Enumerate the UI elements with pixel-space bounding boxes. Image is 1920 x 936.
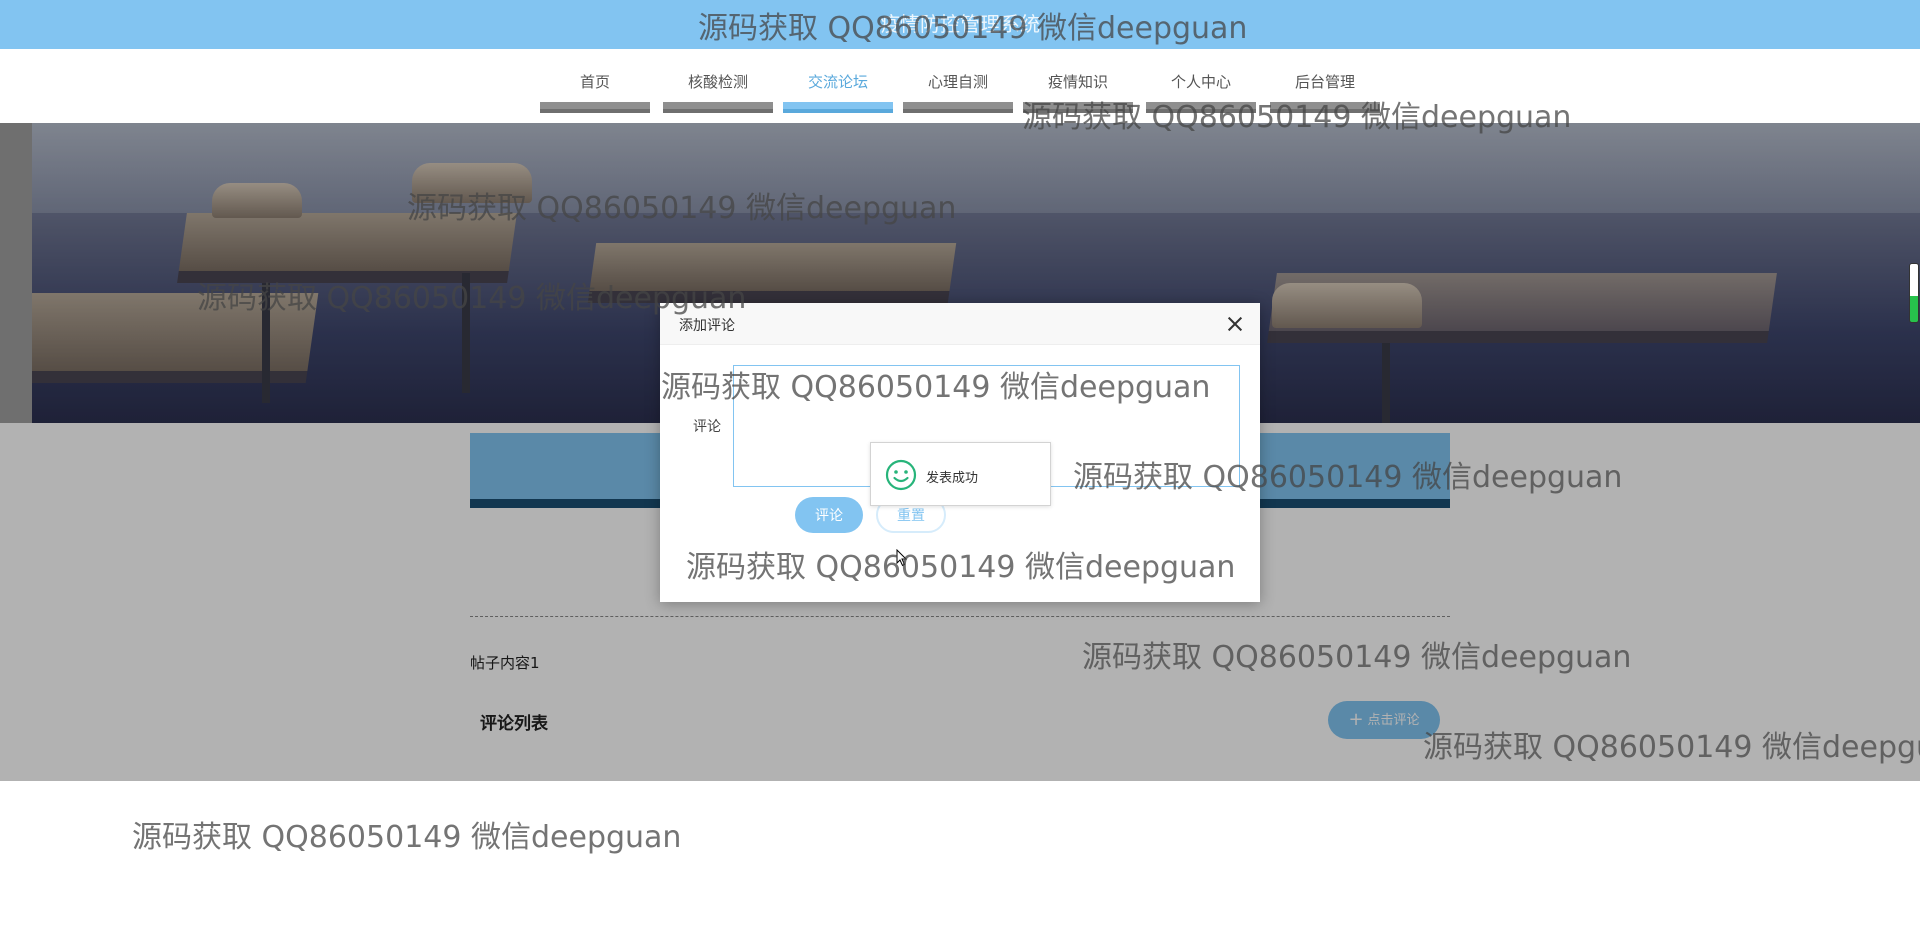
- dialog-header: 添加评论: [660, 303, 1260, 345]
- nav-item-underline: [783, 102, 893, 113]
- nav-item-label: 后台管理: [1294, 73, 1355, 91]
- main-navigation: 首页 核酸检测 交流论坛 心理自测 疫情知识 个人中心 后台管理: [0, 49, 1920, 123]
- nav-item-label: 个人中心: [1170, 73, 1231, 91]
- nav-item-label: 疫情知识: [1047, 73, 1108, 91]
- submit-comment-button[interactable]: 评论: [795, 497, 863, 533]
- nav-item-underline: [903, 102, 1013, 113]
- watermark-text: 源码获取 QQ86050149 微信deepguan: [686, 550, 1236, 585]
- watermark-text: 源码获取 QQ86050149 微信deepguan: [1073, 460, 1623, 495]
- nav-item-forum[interactable]: 交流论坛: [783, 49, 893, 123]
- watermark-text: 源码获取 QQ86050149 微信deepguan: [1423, 730, 1920, 765]
- watermark-text: 源码获取 QQ86050149 微信deepguan: [1022, 100, 1572, 135]
- nav-item-psych-test[interactable]: 心理自测: [903, 49, 1013, 123]
- watermark-text: 源码获取 QQ86050149 微信deepguan: [407, 191, 957, 226]
- watermark-text: 源码获取 QQ86050149 微信deepguan: [661, 370, 1211, 405]
- volume-indicator: [1909, 263, 1919, 323]
- nav-item-label: 交流论坛: [807, 73, 868, 91]
- success-toast: 发表成功: [870, 442, 1051, 506]
- nav-item-label: 核酸检测: [687, 73, 748, 91]
- watermark-text: 源码获取 QQ86050149 微信deepguan: [132, 820, 682, 855]
- nav-item-nucleic-test[interactable]: 核酸检测: [663, 49, 773, 123]
- toast-message: 发表成功: [926, 471, 979, 486]
- nav-item-label: 心理自测: [927, 73, 988, 91]
- nav-item-underline: [663, 102, 773, 113]
- smile-icon: [885, 459, 917, 491]
- dialog-title: 添加评论: [679, 318, 735, 334]
- nav-item-label: 首页: [579, 73, 610, 91]
- watermark-text: 源码获取 QQ86050149 微信deepguan: [197, 281, 747, 316]
- nav-item-underline: [540, 102, 650, 113]
- watermark-text: 源码获取 QQ86050149 微信deepguan: [698, 11, 1248, 46]
- comment-field-label: 评论: [693, 419, 721, 435]
- close-icon[interactable]: [1226, 315, 1244, 333]
- watermark-text: 源码获取 QQ86050149 微信deepguan: [1082, 640, 1632, 675]
- nav-item-home[interactable]: 首页: [540, 49, 650, 123]
